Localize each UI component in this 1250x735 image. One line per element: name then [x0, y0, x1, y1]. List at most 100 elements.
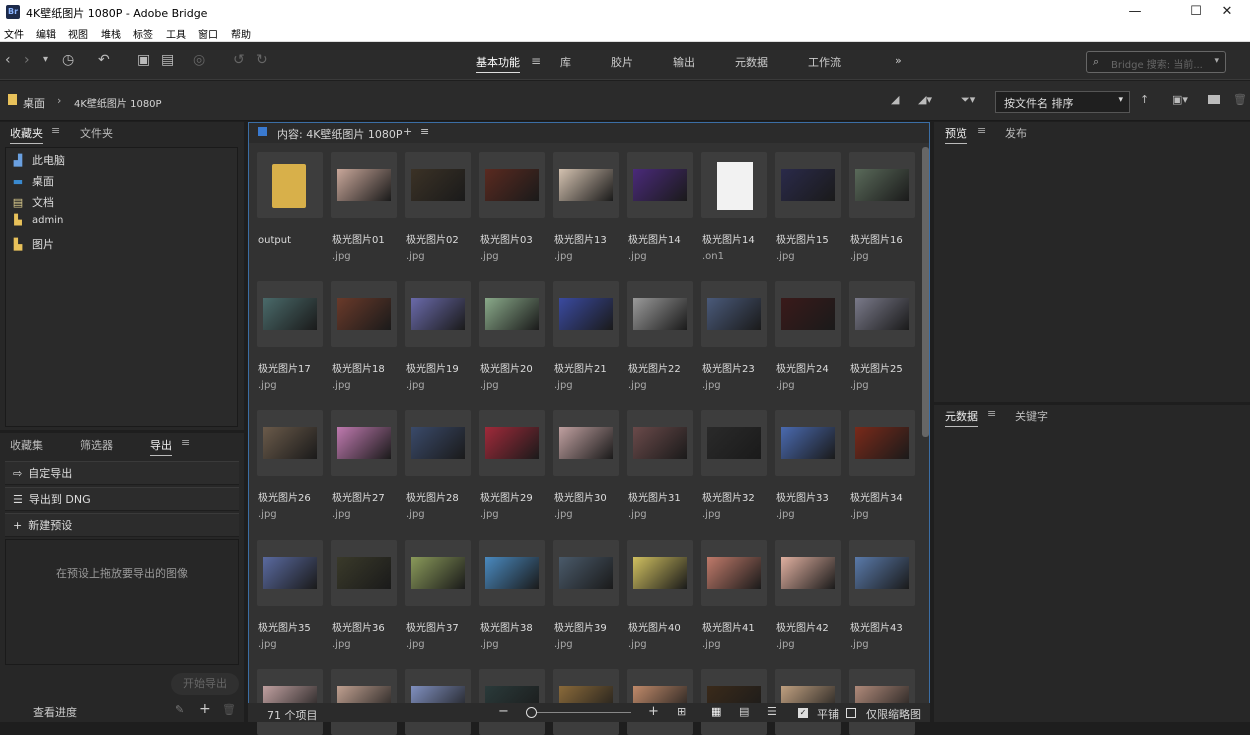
thumbnail[interactable] [331, 410, 397, 476]
add-icon[interactable]: + [199, 701, 211, 717]
tab-workflow[interactable]: 工作流 [808, 54, 841, 70]
tab-preview[interactable]: 预览 [945, 125, 967, 144]
view-progress-link[interactable]: 查看进度 [33, 704, 77, 720]
menu-label[interactable]: 标签 [133, 26, 153, 41]
thumbnail[interactable] [775, 669, 841, 735]
thumbnail[interactable] [553, 152, 619, 218]
thumbnail[interactable] [553, 281, 619, 347]
breadcrumb-desktop[interactable]: 桌面 [23, 95, 45, 111]
thumbnail[interactable] [479, 540, 545, 606]
thumbnail[interactable] [331, 281, 397, 347]
thumbnail[interactable] [405, 152, 471, 218]
vertical-scrollbar[interactable] [922, 147, 929, 437]
tab-library[interactable]: 库 [560, 54, 571, 70]
thumbnail[interactable] [479, 152, 545, 218]
tab-essentials[interactable]: 基本功能 [476, 54, 520, 73]
thumbnail[interactable] [627, 540, 693, 606]
thumbs-only-checkbox[interactable] [846, 708, 856, 718]
thumbnail[interactable] [849, 540, 915, 606]
thumbnail[interactable] [775, 410, 841, 476]
tab-output[interactable]: 输出 [673, 54, 695, 70]
thumbnail[interactable] [775, 281, 841, 347]
tab-filter[interactable]: 筛选器 [80, 437, 113, 453]
filter-icon[interactable]: ⏷▾ [961, 93, 975, 107]
favorite-documents[interactable]: ▤ 文档 [12, 194, 54, 210]
thumbnail[interactable] [405, 410, 471, 476]
add-icon[interactable]: + [403, 125, 412, 138]
favorite-desktop[interactable]: ▬ 桌面 [12, 173, 54, 189]
trash-icon[interactable]: 🗑 [222, 703, 236, 716]
panel-menu-icon[interactable]: ≡ [977, 124, 986, 137]
export-drop-zone[interactable] [5, 539, 239, 665]
zoom-out-icon[interactable]: − [498, 704, 509, 719]
boomerang-icon[interactable]: ↶ [98, 52, 110, 68]
start-export-button[interactable]: 开始导出 [171, 673, 239, 695]
forward-icon[interactable]: › [24, 52, 30, 68]
favorite-admin[interactable]: ▙ admin [12, 215, 63, 226]
thumbnail[interactable] [257, 669, 323, 735]
thumbnail[interactable] [553, 540, 619, 606]
menu-tools[interactable]: 工具 [166, 26, 186, 41]
tab-metadata-panel[interactable]: 元数据 [945, 408, 978, 427]
close-icon[interactable]: ✕ [1204, 0, 1250, 24]
thumbnail-size-slider[interactable] [531, 712, 631, 713]
thumbnail[interactable] [479, 281, 545, 347]
favorite-pictures[interactable]: ▙ 图片 [12, 236, 54, 252]
tab-folders[interactable]: 文件夹 [80, 125, 113, 141]
new-preset[interactable]: + 新建预设 [5, 513, 239, 537]
thumbnail[interactable] [849, 669, 915, 735]
tab-filmstrip[interactable]: 胶片 [611, 54, 633, 70]
thumbnail[interactable] [257, 540, 323, 606]
more-workspaces-icon[interactable]: » [895, 54, 902, 67]
thumbnail[interactable] [701, 669, 767, 735]
menu-edit[interactable]: 编辑 [36, 26, 56, 41]
export-custom[interactable]: ⇨ 自定导出 [5, 461, 239, 485]
tab-export[interactable]: 导出 [150, 437, 172, 456]
tab-favorites[interactable]: 收藏夹 [10, 125, 43, 144]
ascending-arrow-icon[interactable]: ↑ [1140, 93, 1149, 106]
thumbnail[interactable] [331, 540, 397, 606]
thumbnail-view-icon[interactable]: ▦ [711, 705, 721, 718]
thumbnail[interactable] [849, 410, 915, 476]
tab-keywords[interactable]: 关键字 [1015, 408, 1048, 424]
recent-icon[interactable]: ◷ [62, 52, 74, 68]
zoom-in-icon[interactable]: + [648, 704, 659, 719]
thumbnail[interactable] [775, 152, 841, 218]
trash-icon[interactable]: 🗑 [1233, 93, 1247, 106]
panel-menu-icon[interactable]: ≡ [181, 436, 190, 449]
rating-filter-icon[interactable]: ◢ [891, 93, 899, 106]
thumbnail[interactable] [701, 540, 767, 606]
camera-icon[interactable]: ▣ [137, 52, 150, 68]
thumbnail[interactable] [479, 669, 545, 735]
tab-metadata[interactable]: 元数据 [735, 54, 768, 70]
menu-help[interactable]: 帮助 [231, 26, 251, 41]
thumbnail[interactable] [701, 281, 767, 347]
thumbnail[interactable] [331, 152, 397, 218]
favorite-this-pc[interactable]: ▟ 此电脑 [12, 152, 65, 168]
thumbnail[interactable] [701, 410, 767, 476]
grid-lock-icon[interactable]: ⊞ [677, 705, 686, 718]
slider-handle[interactable] [526, 707, 537, 718]
breadcrumb-current-folder[interactable]: 4K壁纸图片 1080P [74, 95, 162, 110]
thumbnail[interactable] [553, 669, 619, 735]
menu-view[interactable]: 视图 [68, 26, 88, 41]
panel-menu-icon[interactable]: ≡ [987, 407, 996, 420]
menu-stack[interactable]: 堆栈 [101, 26, 121, 41]
edit-icon[interactable]: ✎ [175, 703, 184, 716]
rotate-right-icon[interactable]: ↻ [256, 52, 268, 68]
thumbnail[interactable] [627, 669, 693, 735]
thumbnail[interactable] [257, 281, 323, 347]
search-box[interactable]: ⌕ Bridge 搜索: 当前... ▾ [1086, 51, 1226, 73]
thumbnail[interactable] [405, 669, 471, 735]
list-view-icon[interactable]: ☰ [767, 705, 777, 718]
tile-checkbox[interactable]: ✓ [798, 708, 808, 718]
open-in-camera-raw-icon[interactable]: ◎ [193, 52, 205, 68]
back-icon[interactable]: ‹ [5, 52, 11, 68]
thumbnail[interactable] [627, 410, 693, 476]
sort-order-icon[interactable]: ◢▾ [918, 93, 932, 106]
thumbnail[interactable] [627, 152, 693, 218]
thumbnail[interactable] [257, 152, 323, 218]
thumbnail[interactable] [849, 281, 915, 347]
tab-collections[interactable]: 收藏集 [10, 437, 43, 453]
thumbnail[interactable] [405, 281, 471, 347]
